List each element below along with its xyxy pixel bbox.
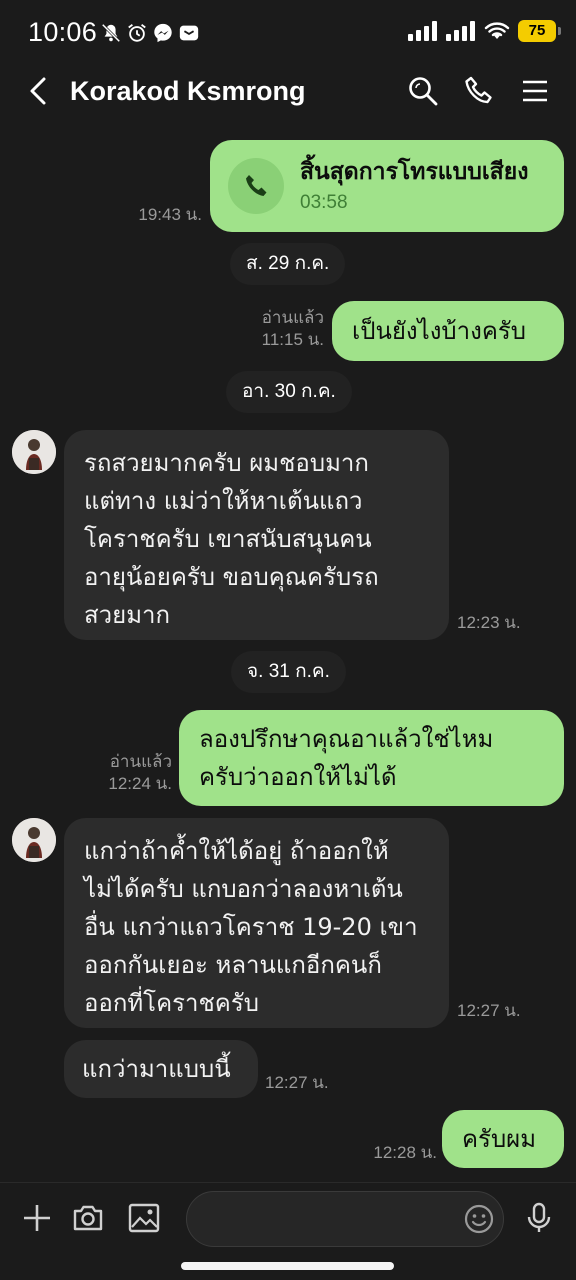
avatar[interactable] [12, 430, 56, 474]
signal-icon [408, 21, 437, 41]
message-line: ออกกันเยอะ หลานแกอีกคนก็ [84, 951, 382, 979]
chat-header: Korakod Ksmrong [0, 52, 576, 132]
message-line: แต่ทาง แม่ว่าให้หาเต้นแถว [84, 487, 363, 515]
search-icon[interactable] [406, 74, 440, 108]
image-icon[interactable] [127, 1201, 161, 1235]
message-time: 19:43 น. [138, 205, 202, 224]
emoji-icon[interactable] [463, 1203, 495, 1235]
phone-icon [246, 175, 267, 196]
battery-indicator: 75 [518, 20, 561, 42]
outgoing-message[interactable]: เป็นยังไงบ้างครับ [332, 301, 564, 361]
outgoing-message[interactable]: ครับผม [442, 1110, 564, 1168]
status-time: 10:06 [28, 17, 98, 47]
incoming-message[interactable]: แกว่าถ้าค้ำให้ได้อยู่ ถ้าออกให้ ไม่ได้คร… [64, 818, 449, 1028]
message-line: ครับว่าออกให้ไม่ได้ [199, 763, 397, 791]
chat-title: Korakod Ksmrong [70, 76, 306, 106]
call-icon-circle [228, 158, 284, 214]
message-meta: อ่านแล้ว 11:15 น. [220, 307, 324, 351]
avatar-image [12, 430, 56, 474]
signal-2-icon [446, 21, 475, 41]
mic-icon[interactable] [522, 1201, 556, 1235]
call-status-text: สิ้นสุดการโทรแบบเสียง [300, 159, 529, 185]
message-text: ครับผม [462, 1125, 537, 1153]
message-time: 12:27 น. [265, 1073, 329, 1092]
mute-bell-icon [101, 23, 121, 43]
status-bar: 10:06 75 [0, 0, 576, 52]
outgoing-message[interactable]: ลองปรึกษาคุณอาแล้วใช่ไหม ครับว่าออกให้ไม… [179, 710, 564, 806]
message-time: 12:24 น. [108, 774, 172, 793]
app-notification-icon [179, 25, 199, 41]
message-list[interactable]: 19:43 น. สิ้นสุดการโทรแบบเสียง 03:58 ส. … [0, 132, 576, 1182]
message-line: แกว่าถ้าค้ำให้ได้อยู่ ถ้าออกให้ [84, 837, 389, 865]
avatar[interactable] [12, 818, 56, 862]
message-line: ออกที่โคราชครับ [84, 989, 259, 1017]
date-separator: จ. 31 ก.ค. [231, 651, 346, 693]
voice-call-ended-card[interactable]: สิ้นสุดการโทรแบบเสียง 03:58 [210, 140, 564, 232]
avatar-image [12, 818, 56, 862]
incoming-message[interactable]: รถสวยมากครับ ผมชอบมาก แต่ทาง แม่ว่าให้หา… [64, 430, 449, 640]
message-time: 12:23 น. [457, 613, 521, 632]
message-line: รถสวยมากครับ ผมชอบมาก [84, 449, 369, 477]
message-line: ลองปรึกษาคุณอาแล้วใช่ไหม [199, 725, 494, 753]
message-line: ไม่ได้ครับ แกบอกว่าลองหาเต้น [84, 875, 403, 903]
message-text: เป็นยังไงบ้างครับ [352, 317, 527, 345]
plus-icon[interactable] [20, 1201, 54, 1235]
notification-icons [100, 22, 200, 44]
message-time: 12:28 น. [373, 1143, 437, 1162]
message-line: สวยมาก [84, 601, 171, 629]
message-line: โคราชครับ เขาสนับสนุนคน [84, 525, 372, 553]
incoming-message[interactable]: แกว่ามาแบบนี้ [64, 1040, 258, 1098]
message-line: อายุน้อยครับ ขอบคุณครับรถ [84, 563, 379, 591]
camera-icon[interactable] [71, 1201, 105, 1235]
chevron-left-icon[interactable] [22, 74, 56, 108]
messenger-icon [154, 23, 172, 43]
date-separator: ส. 29 ก.ค. [230, 243, 346, 285]
date-separator: อา. 30 ก.ค. [226, 371, 352, 413]
message-text: แกว่ามาแบบนี้ [82, 1055, 231, 1083]
phone-icon[interactable] [462, 74, 496, 108]
message-line: อื่น แกว่าแถวโคราช 19-20 เขา [84, 913, 418, 941]
message-input[interactable] [186, 1191, 504, 1247]
home-indicator[interactable] [181, 1262, 394, 1270]
message-time: 11:15 น. [261, 330, 324, 349]
menu-icon[interactable] [518, 74, 552, 108]
wifi-icon [484, 22, 510, 39]
message-meta: อ่านแล้ว 12:24 น. [90, 751, 172, 795]
read-receipt: อ่านแล้ว [261, 308, 324, 327]
read-receipt: อ่านแล้ว [109, 752, 172, 771]
call-duration: 03:58 [300, 192, 348, 213]
message-time: 12:27 น. [457, 1001, 521, 1020]
alarm-icon [128, 24, 146, 42]
